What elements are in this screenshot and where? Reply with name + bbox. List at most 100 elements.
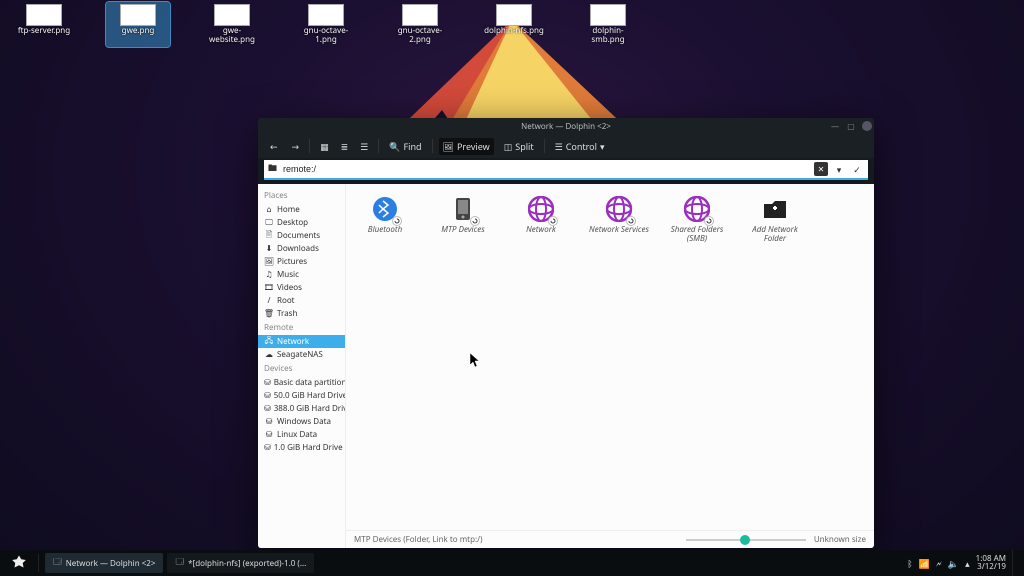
location-bar: 🖿 ✕ ▾ ✓: [264, 160, 868, 180]
taskbar-task[interactable]: 🗔Network — Dolphin <2>: [45, 553, 163, 573]
split-button[interactable]: ◫ Split: [500, 138, 538, 155]
mtp-icon: [448, 194, 478, 224]
sidebar-item-remote[interactable]: ☁SeagateNAS: [258, 348, 345, 361]
net-icon: [526, 194, 556, 224]
sidebar-item-place[interactable]: 🖼Pictures: [258, 255, 345, 268]
view-compact-button[interactable]: ≣: [337, 138, 353, 155]
sidebar-item-place[interactable]: ⬇Downloads: [258, 242, 345, 255]
forward-button[interactable]: →: [288, 138, 304, 155]
window-close-button[interactable]: [862, 121, 872, 131]
location-go-button[interactable]: ✓: [850, 162, 864, 176]
desktop-icon: 🖵: [264, 218, 274, 228]
home-icon: ⌂: [264, 205, 274, 215]
task-manager: 🗔Network — Dolphin <2>🗔*[dolphin-nfs] (e…: [45, 553, 314, 573]
show-desktop-button[interactable]: [1012, 550, 1018, 576]
chevron-down-icon: ▾: [600, 140, 605, 153]
link-emblem-icon: [704, 216, 714, 226]
search-icon: 🔍: [389, 140, 400, 153]
folder-icon: 🖿: [268, 161, 277, 177]
root-icon: /: [264, 296, 274, 306]
network-item[interactable]: Shared Folders (SMB): [662, 192, 732, 246]
sidebar-item-device[interactable]: ⛁388.0 GiB Hard Drive: [258, 402, 345, 415]
window-titlebar[interactable]: Network — Dolphin <2> — ▢: [258, 118, 874, 134]
network-item[interactable]: Network Services: [584, 192, 654, 246]
view-details-button[interactable]: ☰: [356, 138, 372, 155]
find-button[interactable]: 🔍 Find: [385, 138, 425, 155]
desktop-icon[interactable]: gnu-octave-2.png: [388, 2, 452, 47]
nas-icon: ☁: [264, 350, 274, 360]
network-item[interactable]: Add Network Folder: [740, 192, 810, 246]
sidebar-item-place[interactable]: 🎞Videos: [258, 281, 345, 294]
volume-tray-icon[interactable]: 🔈: [948, 557, 959, 570]
video-icon: 🎞: [264, 283, 274, 293]
split-icon: ◫: [504, 140, 513, 153]
sidebar-item-place[interactable]: 🖹Documents: [258, 229, 345, 242]
view-mode-group: ▦ ≣ ☰: [316, 138, 372, 155]
network-tray-icon[interactable]: 📶: [919, 557, 930, 570]
net-icon: [604, 194, 634, 224]
image-icon: 🖼: [443, 140, 454, 153]
sidebar-item-device[interactable]: ⛁1.0 GiB Hard Drive: [258, 441, 345, 454]
sidebar-section-header: Devices: [258, 361, 345, 376]
preview-button[interactable]: 🖼 Preview: [439, 138, 494, 155]
control-menu-button[interactable]: ☰ Control ▾: [551, 138, 609, 155]
network-item[interactable]: Bluetooth: [350, 192, 420, 246]
download-icon: ⬇: [264, 244, 274, 254]
sidebar-item-device[interactable]: ⛁Windows Data: [258, 415, 345, 428]
zoom-slider[interactable]: [686, 539, 806, 541]
icon-grid[interactable]: BluetoothMTP DevicesNetworkNetwork Servi…: [346, 184, 874, 530]
desktop-icon[interactable]: dolphin-nfs.png: [482, 2, 546, 47]
window-minimize-button[interactable]: —: [830, 121, 840, 131]
desktop-icon[interactable]: gwe-website.png: [200, 2, 264, 47]
system-tray: ᛒ 📶 🗲 🔈 ▴: [907, 557, 969, 570]
trash-icon: 🗑: [264, 309, 274, 319]
sidebar-section-header: Remote: [258, 320, 345, 335]
network-item[interactable]: Network: [506, 192, 576, 246]
sidebar-item-place[interactable]: 🗑Trash: [258, 307, 345, 320]
desktop-icon[interactable]: gnu-octave-1.png: [294, 2, 358, 47]
pictures-icon: 🖼: [264, 257, 274, 267]
status-bar: MTP Devices (Folder, Link to mtp:/) Unkn…: [346, 530, 874, 548]
drive-icon: ⛁: [264, 404, 271, 414]
battery-tray-icon[interactable]: 🗲: [936, 557, 942, 570]
drive-icon: ⛁: [264, 430, 274, 440]
desktop-icon[interactable]: dolphin-smb.png: [576, 2, 640, 47]
back-button[interactable]: ←: [266, 138, 282, 155]
network-item[interactable]: MTP Devices: [428, 192, 498, 246]
clock[interactable]: 1:08 AM 3/12/19: [976, 555, 1006, 571]
window-title: Network — Dolphin <2>: [521, 121, 611, 132]
window-icon: 🗔: [53, 556, 62, 570]
sidebar-item-device[interactable]: ⛁Basic data partition: [258, 376, 345, 389]
toolbar: ← → ▦ ≣ ☰ 🔍 Find 🖼 Preview ◫ Split ☰ Con…: [258, 134, 874, 158]
mouse-cursor: [470, 353, 482, 372]
desktop-icon[interactable]: gwe.png: [106, 2, 170, 47]
drive-icon: ⛁: [264, 443, 271, 453]
sidebar-item-device[interactable]: ⛁50.0 GiB Hard Drive: [258, 389, 345, 402]
location-clear-button[interactable]: ✕: [814, 162, 828, 176]
sidebar-item-place[interactable]: ♫Music: [258, 268, 345, 281]
sidebar-item-place[interactable]: 🖵Desktop: [258, 216, 345, 229]
sidebar-item-place[interactable]: ⌂Home: [258, 203, 345, 216]
taskbar-task[interactable]: 🗔*[dolphin-nfs] (exported)-1.0 (...: [167, 553, 314, 573]
net-icon: [682, 194, 712, 224]
location-dropdown-button[interactable]: ▾: [832, 162, 846, 176]
drive-icon: ⛁: [264, 378, 271, 388]
window-maximize-button[interactable]: ▢: [846, 121, 856, 131]
sidebar-item-remote[interactable]: 🖧Network: [258, 335, 345, 348]
dolphin-window: Network — Dolphin <2> — ▢ ← → ▦ ≣ ☰ 🔍 Fi…: [258, 118, 874, 548]
desktop-icon[interactable]: ftp-server.png: [12, 2, 76, 47]
location-input[interactable]: [281, 162, 810, 176]
link-emblem-icon: [470, 216, 480, 226]
bluetooth-tray-icon[interactable]: ᛒ: [907, 557, 912, 570]
view-icons-button[interactable]: ▦: [316, 138, 333, 155]
drive-icon: ⛁: [264, 391, 271, 401]
menu-icon: ☰: [555, 140, 563, 153]
places-panel: Places⌂Home🖵Desktop🖹Documents⬇Downloads🖼…: [258, 184, 346, 548]
tray-expand-icon[interactable]: ▴: [965, 557, 970, 570]
status-size: Unknown size: [814, 534, 866, 545]
status-text: MTP Devices (Folder, Link to mtp:/): [354, 534, 483, 545]
bt-icon: [370, 194, 400, 224]
application-launcher[interactable]: [6, 552, 32, 574]
sidebar-item-device[interactable]: ⛁Linux Data: [258, 428, 345, 441]
sidebar-item-place[interactable]: /Root: [258, 294, 345, 307]
